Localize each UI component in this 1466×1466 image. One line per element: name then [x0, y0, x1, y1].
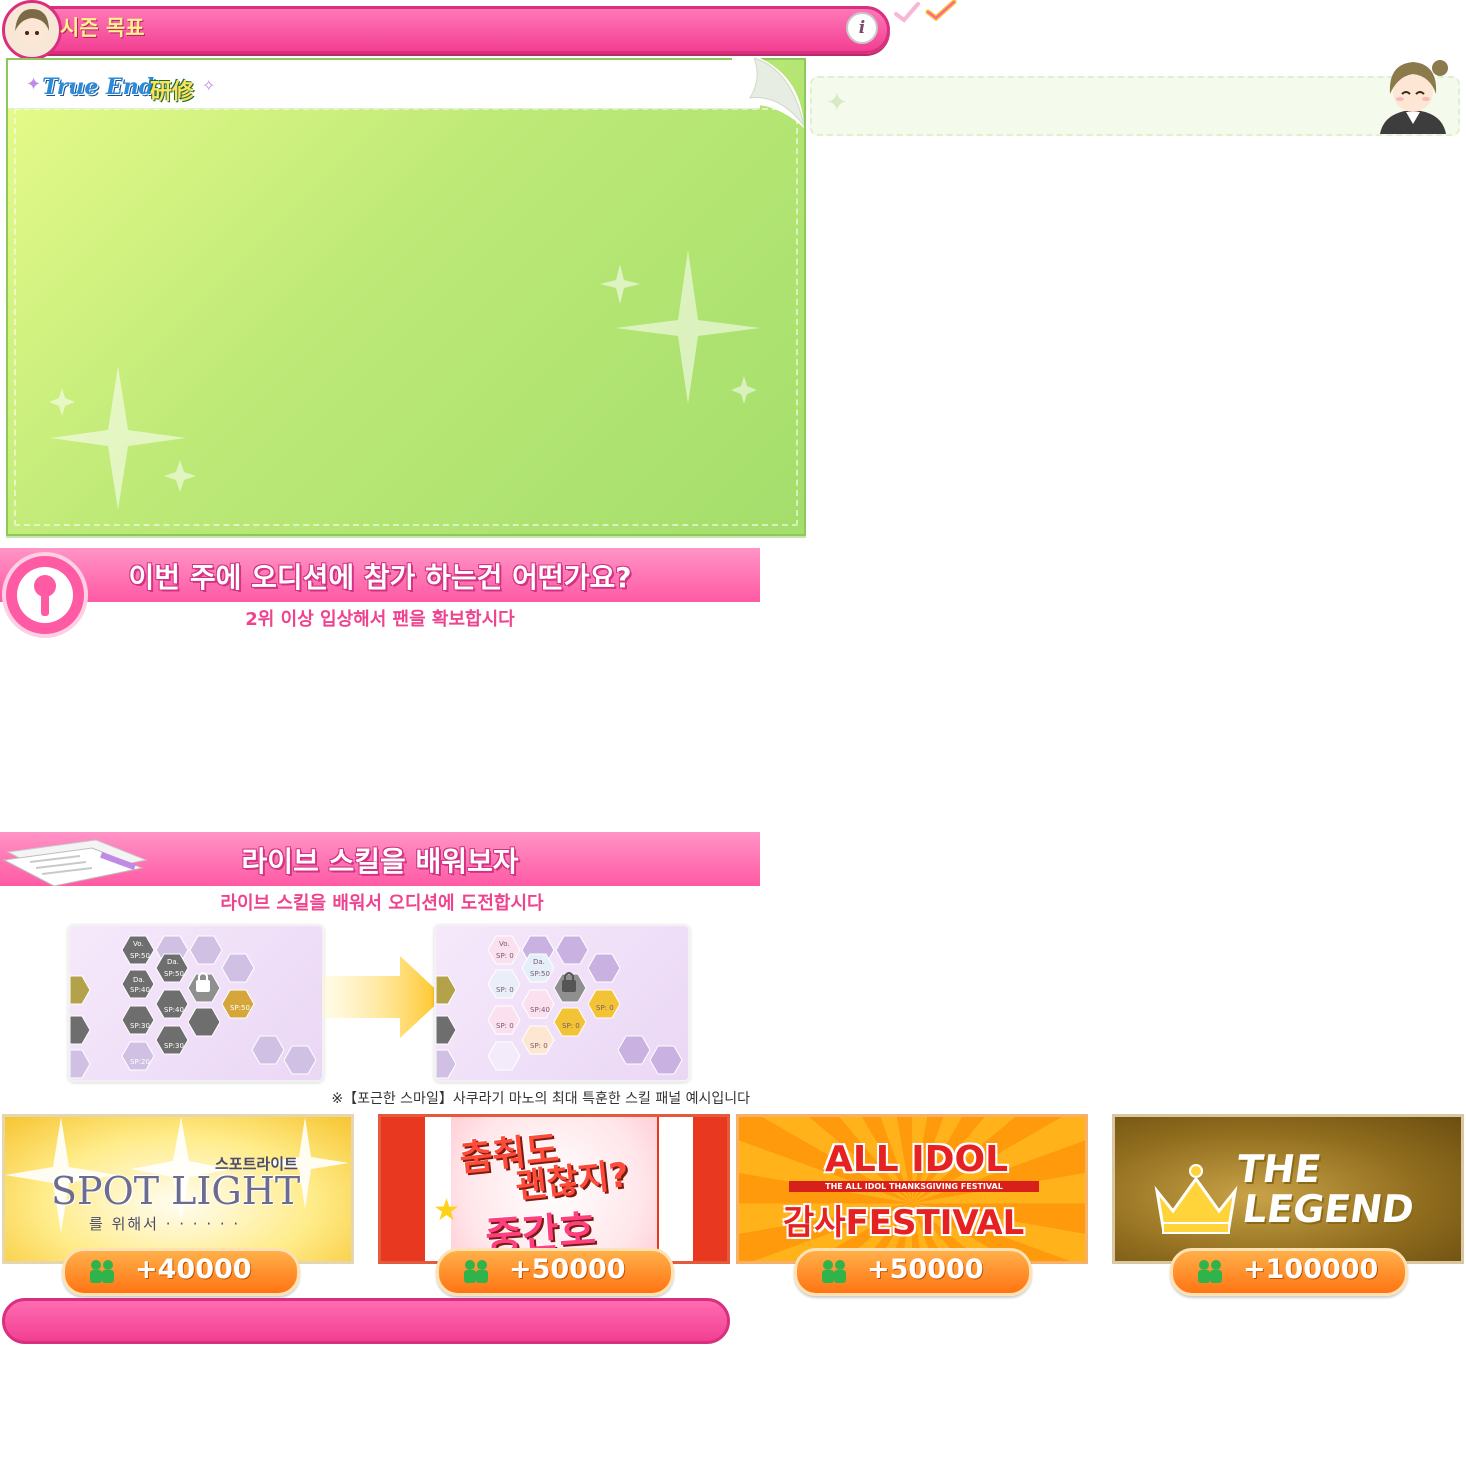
svg-text:SP:40: SP:40 — [530, 1006, 550, 1014]
svg-text:SP:30: SP:30 — [164, 1042, 184, 1050]
arrow-right-icon — [322, 956, 444, 1038]
fan-reward-pill: +50000 — [436, 1248, 674, 1296]
skill-section-subtitle: 라이브 스킬을 배워서 오디션에 도전합시다 — [220, 893, 544, 914]
svg-text:Da.: Da. — [133, 976, 145, 984]
true-end-training-logo: ✦ True End 研修 ✧ — [26, 72, 220, 105]
fans-icon — [90, 1260, 114, 1283]
svg-text:SP:40: SP:40 — [164, 1006, 184, 1014]
svg-text:SP:50: SP:50 — [164, 970, 184, 978]
audition-section-title: 이번 주에 오디션에 참가 하는건 어떤가요? — [128, 561, 632, 594]
audition-section-header: 이번 주에 오디션에 참가 하는건 어떤가요? — [0, 548, 760, 602]
skill-panel-note: ※【포근한 스마일】사쿠라기 마노의 최대 특훈한 스킬 패널 예시입니다 — [331, 1091, 750, 1107]
legend-title-line1: THE — [1233, 1147, 1324, 1191]
svg-text:SP: 0: SP: 0 — [562, 1022, 580, 1030]
logo-text-en: True End — [42, 74, 155, 100]
logo-sparkle-icon: ✦ — [26, 74, 42, 95]
svg-text:Da.: Da. — [167, 958, 179, 966]
svg-text:SP: 0: SP: 0 — [530, 1042, 548, 1050]
season-goal-title: 시즌 목표 — [60, 16, 145, 40]
spotlight-title: SPOT LIGHT — [51, 1169, 301, 1213]
svg-text:Da.: Da. — [533, 958, 545, 966]
svg-text:SP: 0: SP: 0 — [496, 1022, 514, 1030]
spotlight-audition-banner[interactable]: 스포트라이트 SPOT LIGHT 를 위해서 · · · · · · — [2, 1114, 354, 1264]
logo-text-kanji: 研修 — [150, 80, 195, 105]
skill-panel-before-image: Vo. Da. Da. SP:50 SP:50 SP:40 SP:40 SP:30 SP:3… — [68, 924, 324, 1082]
fans-icon — [1198, 1260, 1222, 1283]
fan-reward-value: +50000 — [509, 1254, 626, 1285]
star-icon: ★ — [433, 1193, 460, 1228]
svg-text:Vo.: Vo. — [499, 940, 510, 948]
info-button[interactable]: i — [846, 12, 878, 44]
fan-reward-value: +50000 — [867, 1254, 984, 1285]
fan-reward-pill: +100000 — [1170, 1248, 1408, 1296]
page-curl-icon — [732, 58, 804, 128]
skill-panel-after-image: Vo. Da. SP: 0 SP:50 SP: 0 SP:40 SP: 0 SP: 0 S… — [434, 924, 690, 1082]
all-idol-title-line1: ALL IDOL — [825, 1139, 1009, 1180]
svg-text:SP:50: SP:50 — [230, 1004, 250, 1012]
fans-icon — [464, 1260, 488, 1283]
all-idol-title-line2: 감사FESTIVAL — [783, 1203, 1025, 1243]
sparkle-icon: ✦ — [826, 88, 848, 118]
audition-section-subtitle: 2위 이상 입상해서 팬을 확보합시다 — [245, 609, 515, 630]
newspaper-icon — [2, 839, 148, 886]
svg-text:SP: 0: SP: 0 — [596, 1004, 614, 1012]
svg-text:SP: 0: SP: 0 — [496, 986, 514, 994]
svg-text:SP:50: SP:50 — [530, 970, 550, 978]
svg-text:SP:50: SP:50 — [130, 952, 150, 960]
dance-ok-audition-banner[interactable]: 춤춰도 괜찮지? 중간호 ★ — [378, 1114, 730, 1264]
bottom-bar — [2, 1298, 730, 1344]
svg-text:Vo.: Vo. — [133, 940, 144, 948]
logo-sparkle-icon: ✧ — [202, 76, 216, 95]
all-idol-title-small: THE ALL IDOL THANKSGIVING FESTIVAL — [789, 1181, 1039, 1192]
the-legend-audition-banner[interactable]: THE LEGEND — [1112, 1114, 1464, 1264]
producer-avatar — [2, 0, 62, 60]
svg-text:SP:40: SP:40 — [130, 986, 150, 994]
svg-text:SP:20: SP:20 — [130, 1058, 150, 1066]
legend-title-line2: LEGEND — [1239, 1187, 1417, 1231]
crown-icon — [1154, 1164, 1238, 1234]
fan-reward-pill: +50000 — [794, 1248, 1032, 1296]
fans-icon — [822, 1260, 846, 1283]
fan-reward-value: +100000 — [1243, 1254, 1379, 1285]
speech-bubble: ✦ — [810, 76, 1460, 136]
fan-reward-pill: +40000 — [62, 1248, 300, 1296]
svg-text:SP:30: SP:30 — [130, 1022, 150, 1030]
goal-panel-border — [14, 108, 798, 526]
spotlight-subtitle: 를 위해서 · · · · · · — [89, 1215, 241, 1233]
fan-reward-value: +40000 — [135, 1254, 252, 1285]
svg-text:SP: 0: SP: 0 — [496, 952, 514, 960]
checkmark-icons — [894, 0, 957, 23]
assistant-avatar — [1380, 60, 1448, 134]
all-idol-festival-banner[interactable]: ALL IDOL THE ALL IDOL THANKSGIVING FESTI… — [736, 1114, 1088, 1264]
